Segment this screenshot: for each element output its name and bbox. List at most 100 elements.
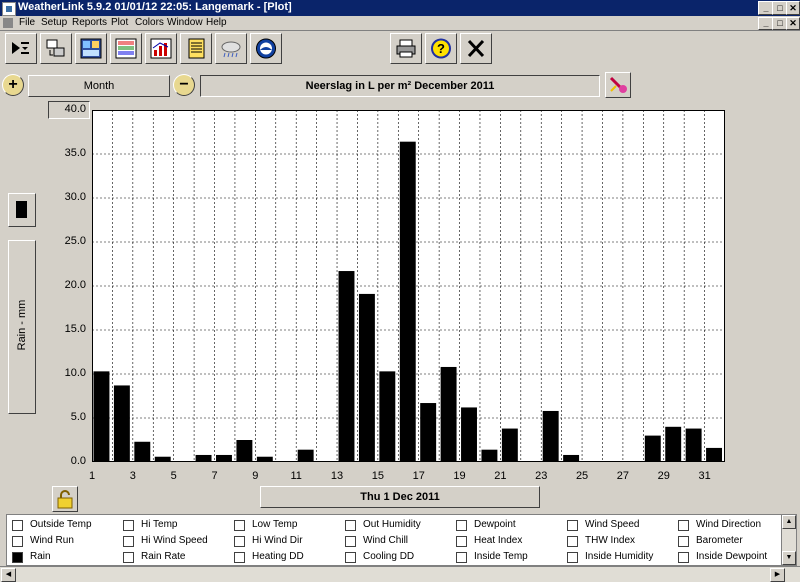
bar-day-8 [236,440,253,462]
bar-day-15 [379,371,396,462]
x-tick-label: 21 [494,470,507,482]
x-tick-label: 29 [657,470,670,482]
checkbox-box[interactable] [123,536,134,547]
app-icon[interactable] [2,2,16,16]
bar-day-30 [685,428,702,462]
print-icon [396,39,416,58]
bar-day-29 [665,426,682,462]
checkbox-box[interactable] [345,536,356,547]
menu-setup[interactable]: Setup [41,17,67,28]
checkbox-box[interactable] [12,552,23,563]
checkbox-label: Outside Temp [30,519,92,530]
download-icon [46,39,65,57]
menu-bar: File Setup Reports Plot Colors Window He… [0,16,800,31]
checkbox-box[interactable] [345,520,356,531]
browse-icon [188,38,205,59]
bar-day-31 [706,447,723,462]
x-tick-label: 15 [371,470,384,482]
plot-options-button[interactable] [605,72,631,98]
help-button[interactable]: ? [425,33,457,64]
checkbox-box[interactable] [234,536,245,547]
download-button[interactable] [40,33,72,64]
checkbox-label: Wind Speed [585,519,640,530]
zoom-in-icon: + [8,76,18,93]
bar-day-20 [481,449,498,462]
document-icon[interactable] [3,18,13,28]
scroll-up-icon[interactable]: ▲ [782,515,796,529]
lock-icon [57,490,73,509]
checkbox-box[interactable] [678,520,689,531]
paint-icon [609,76,627,93]
browse-button[interactable] [180,33,212,64]
horizontal-scrollbar[interactable]: ◀ ▶ [0,566,800,582]
x-tick-label: 1 [88,470,96,482]
checkbox-label: Rain [30,551,51,562]
select-station-icon [12,42,29,54]
checkbox-label: Cooling DD [363,551,415,562]
x-tick-label: 25 [575,470,589,482]
checkbox-box[interactable] [567,552,578,563]
checkbox-box[interactable] [234,552,245,563]
period-selector[interactable]: Month [28,75,170,97]
svg-text:?: ? [437,41,445,56]
x-tick-label: 19 [453,470,466,482]
panel-scrollbar[interactable]: ▲ ▼ [781,514,797,566]
checkbox-box[interactable] [567,520,578,531]
print-button[interactable] [390,33,422,64]
y-tick-label: 20.0 [64,279,86,291]
x-tick-label: 9 [252,470,259,482]
checkbox-box[interactable] [123,552,134,563]
menu-plot[interactable]: Plot [111,17,128,28]
color-swatch-button[interactable] [8,193,36,227]
bar-day-13 [338,271,355,462]
scroll-down-icon[interactable]: ▼ [782,551,796,565]
bar-day-17 [420,403,437,462]
checkbox-box[interactable] [456,520,467,531]
scroll-left-icon[interactable]: ◀ [1,568,16,582]
help-icon: ? [431,38,451,59]
menu-file[interactable]: File [19,17,35,28]
weather-button[interactable] [215,33,247,64]
close-window-button[interactable]: ✕ [786,1,800,15]
select-station-button[interactable] [5,33,37,64]
bar-day-14 [358,293,375,462]
plot-button[interactable] [145,33,177,64]
bar-day-18 [440,366,457,462]
checkbox-label: Hi Temp [141,519,178,530]
data-series-panel: Outside Temp Hi Temp Low Temp Out Humidity D… [6,514,791,566]
checkbox-box[interactable] [456,536,467,547]
axis-label-button[interactable]: Rain - mm [8,240,36,414]
checkbox-box[interactable] [456,552,467,563]
checkbox-box[interactable] [678,536,689,547]
zoom-in-button[interactable]: + [2,74,24,96]
menu-help[interactable]: Help [206,17,227,28]
strip-chart-button[interactable] [110,33,142,64]
checkbox-box[interactable] [567,536,578,547]
noaa-icon [256,38,276,59]
menu-colors[interactable]: Colors [135,17,164,28]
close-plot-button[interactable] [460,33,492,64]
checkbox-label: Inside Dewpoint [696,551,768,562]
menu-reports[interactable]: Reports [72,17,107,28]
y-tick-label: 40.0 [64,103,86,115]
zoom-out-button[interactable]: − [173,74,195,96]
checkbox-box[interactable] [345,552,356,563]
checkbox-label: Low Temp [252,519,298,530]
checkbox-box[interactable] [12,536,23,547]
checkbox-box[interactable] [678,552,689,563]
checkbox-box[interactable] [123,520,134,531]
noaa-button[interactable] [250,33,282,64]
menu-window[interactable]: Window [167,17,203,28]
checkbox-label: Wind Direction [696,519,762,530]
strip-chart-icon [115,38,137,59]
checkbox-box[interactable] [12,520,23,531]
bulletin-button[interactable] [75,33,107,64]
date-label-button[interactable]: Thu 1 Dec 2011 [260,486,540,508]
weather-cloud-icon [221,41,241,58]
checkbox-box[interactable] [234,520,245,531]
checkbox-label: Barometer [696,535,743,546]
mdi-close-button[interactable]: ✕ [786,17,800,30]
scroll-right-icon[interactable]: ▶ [770,568,785,582]
x-tick-label: 31 [698,470,711,482]
lock-button[interactable] [52,486,78,512]
